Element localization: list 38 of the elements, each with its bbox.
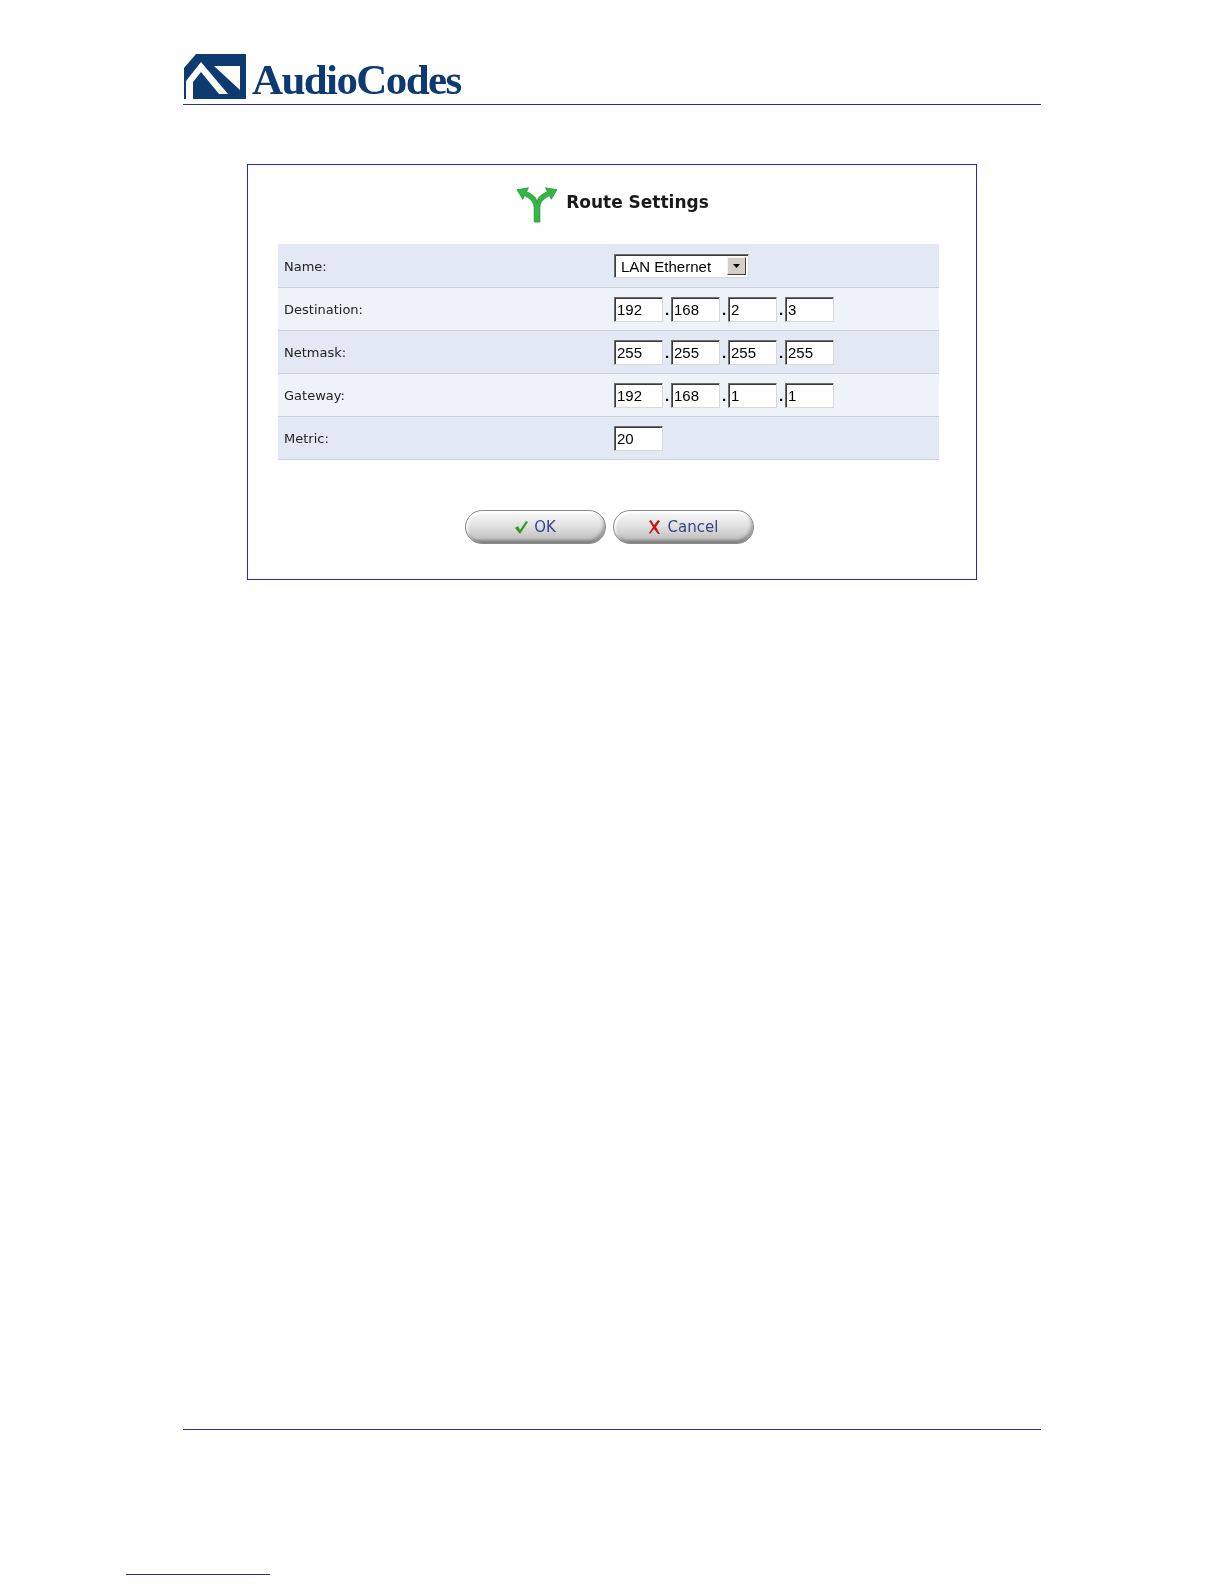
- field-label: Metric:: [283, 430, 330, 446]
- octet-separator: .: [720, 344, 728, 361]
- ip-octet-field[interactable]: 168: [671, 382, 720, 408]
- ip-octet-field[interactable]: 1: [785, 382, 834, 408]
- ip-octet-field[interactable]: 255: [671, 339, 720, 365]
- octet-separator: .: [777, 387, 785, 404]
- fork-arrow-icon: [515, 185, 560, 223]
- x-mark-icon: [647, 520, 662, 534]
- name-select[interactable]: LAN Ethernet: [614, 254, 749, 278]
- ip-octet-field[interactable]: 1: [728, 382, 777, 408]
- octet-separator: .: [720, 301, 728, 318]
- octet-separator: .: [720, 387, 728, 404]
- octet-separator: .: [777, 301, 785, 318]
- caret-icon: [733, 264, 740, 268]
- metric-field[interactable]: 20: [614, 425, 663, 451]
- ip-octet-field[interactable]: 192: [614, 382, 663, 408]
- ip-octet-field[interactable]: 3: [785, 296, 834, 322]
- field-label: Netmask:: [283, 344, 348, 360]
- octet-separator: .: [663, 387, 671, 404]
- dropdown-button[interactable]: [727, 257, 746, 275]
- ip-octet-field[interactable]: 168: [671, 296, 720, 322]
- checkmark-icon: [514, 520, 529, 534]
- octet-separator: .: [777, 344, 785, 361]
- logo-wordmark: AudioCodes: [252, 61, 461, 99]
- ip-octet-field[interactable]: 192: [614, 296, 663, 322]
- field-label: Name:: [283, 258, 328, 274]
- field-label: Destination:: [283, 301, 364, 317]
- cancel-button[interactable]: Cancel: [612, 510, 754, 544]
- dialog-title: Route Settings: [566, 192, 709, 212]
- ok-button[interactable]: OK: [464, 510, 606, 544]
- field-label: Gateway:: [283, 387, 346, 403]
- ip-octet-field[interactable]: 255: [614, 339, 663, 365]
- octet-separator: .: [663, 301, 671, 318]
- logo-icon: [184, 54, 246, 99]
- ip-octet-field[interactable]: 2: [728, 296, 777, 322]
- ip-octet-field[interactable]: 255: [728, 339, 777, 365]
- ip-octet-field[interactable]: 255: [785, 339, 834, 365]
- octet-separator: .: [663, 344, 671, 361]
